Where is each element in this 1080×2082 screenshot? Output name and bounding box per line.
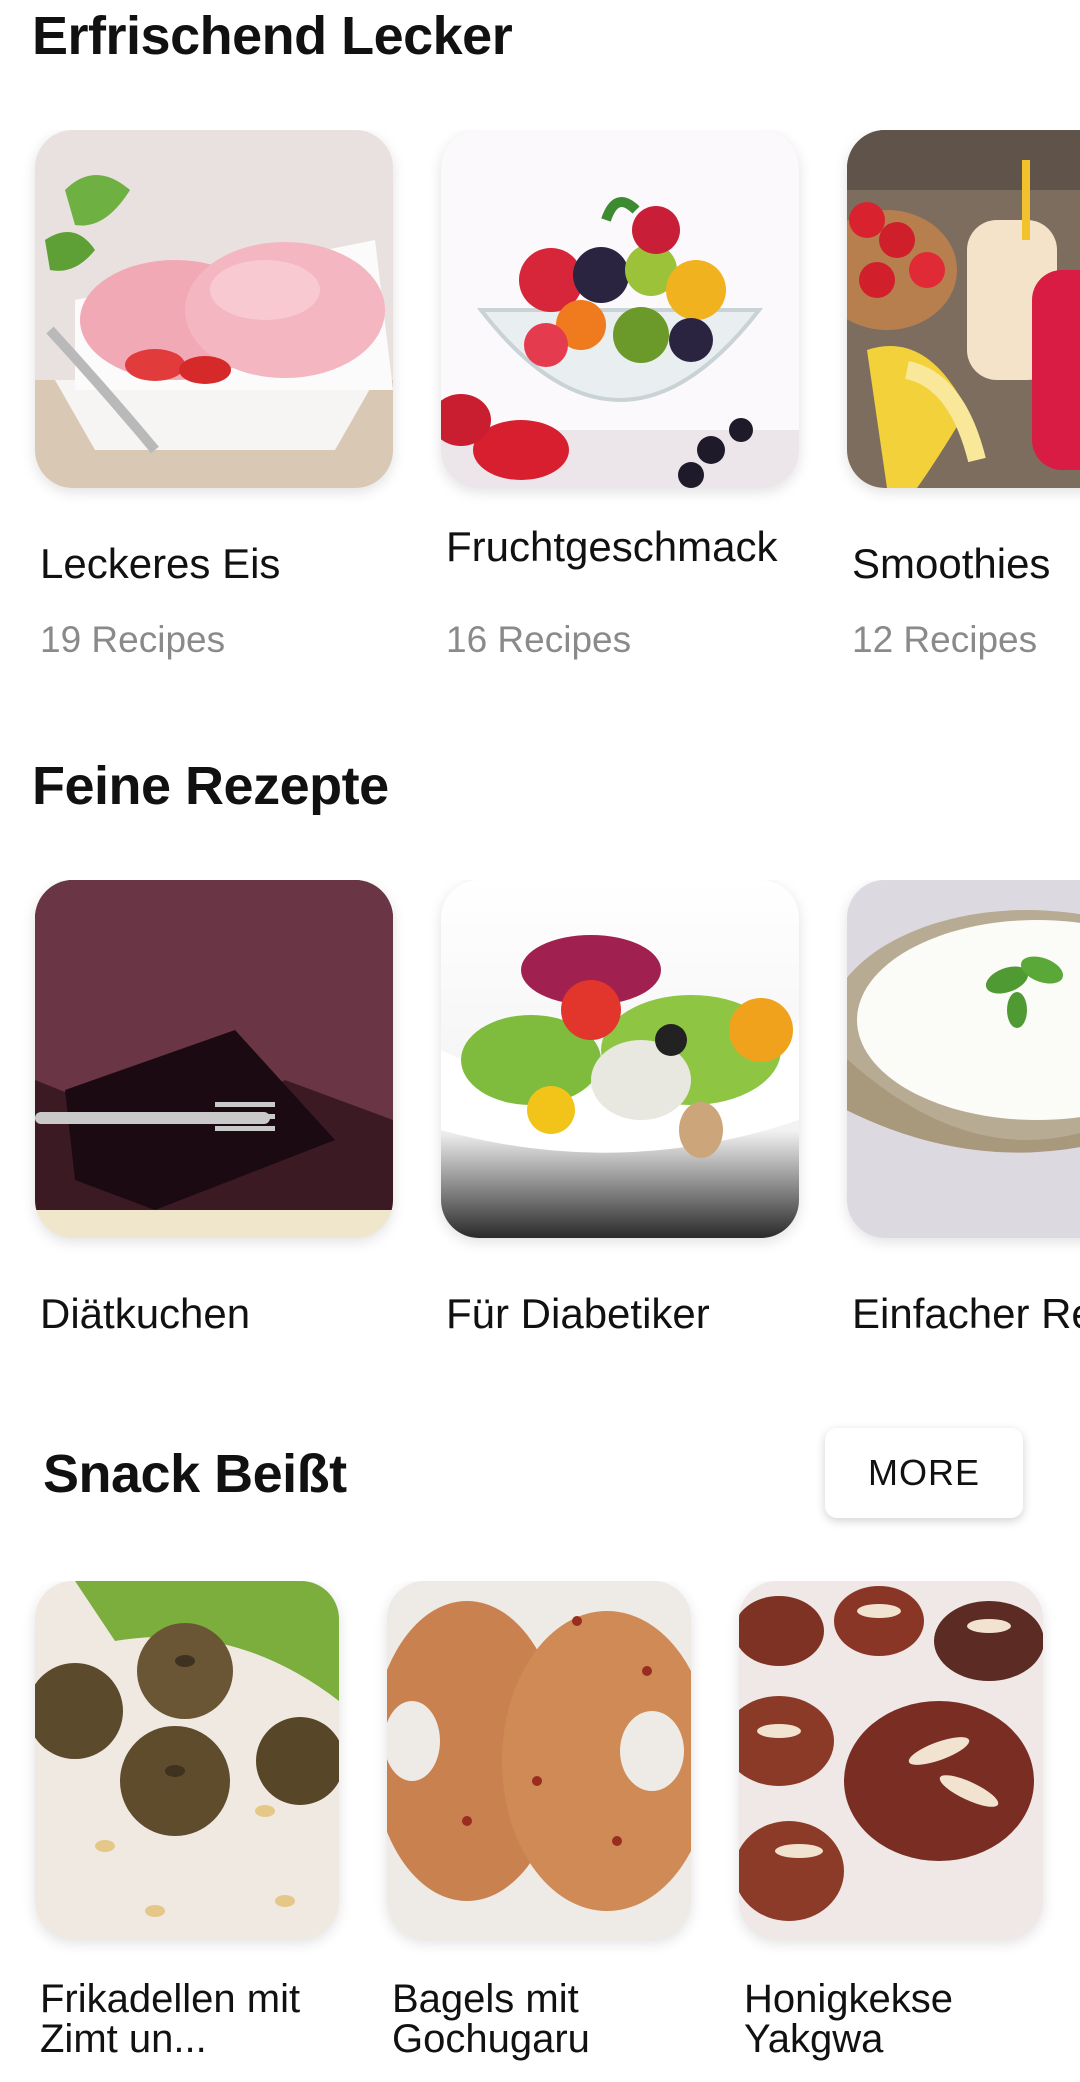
- category-name: Für Diabetiker: [446, 1290, 710, 1337]
- recipe-name: Bagels mit Gochugaru: [392, 1977, 590, 2061]
- category-name: Diätkuchen: [40, 1290, 251, 1337]
- more-button[interactable]: MORE: [825, 1428, 1023, 1518]
- strawberry-smoothie-image: [847, 130, 1080, 488]
- category-row-erfrischend-lecker[interactable]: Leckeres Eis 19 Recipes Fruchtgeschmack …: [0, 130, 1080, 680]
- meatballs-image: [35, 1581, 339, 1939]
- recipe-name: Frikadellen mit Zimt un...: [40, 1977, 301, 2061]
- fruit-salad-bowl-image: [441, 130, 799, 488]
- category-name: Leckeres Eis: [40, 540, 281, 587]
- recipe-count: 19 Recipes: [40, 619, 226, 660]
- recipe-categories-screen: Erfrischend Lecker Leckeres Eis 19 Recip…: [0, 0, 1080, 2082]
- recipe-count: 16 Recipes: [446, 619, 632, 660]
- green-salad-image: [441, 880, 799, 1238]
- recipe-count: 12 Recipes: [852, 619, 1038, 660]
- category-row-feine-rezepte[interactable]: Diätkuchen Für Diabetiker Einfacher Re: [0, 880, 1080, 1340]
- rice-bowl-image: [847, 880, 1080, 1238]
- section-title-feine-rezepte: Feine Rezepte: [32, 756, 389, 816]
- recipe-name: Honigkekse Yakgwa: [744, 1977, 954, 2061]
- chocolate-cake-image: [35, 880, 393, 1238]
- section-title-erfrischend-lecker: Erfrischend Lecker: [32, 6, 513, 66]
- bagels-image: [387, 1581, 691, 1939]
- strawberry-ice-cream-image: [35, 130, 393, 488]
- category-name: Smoothies: [852, 540, 1051, 587]
- category-name: Fruchtgeschmack: [446, 523, 778, 570]
- honey-cookies-image: [739, 1581, 1043, 1939]
- category-name: Einfacher Re: [852, 1290, 1080, 1337]
- section-title-snack-beisst: Snack Beißt: [43, 1444, 347, 1504]
- recipe-row-snack-beisst[interactable]: Frikadellen mit Zimt un... Bagels mit Go…: [0, 1581, 1080, 2082]
